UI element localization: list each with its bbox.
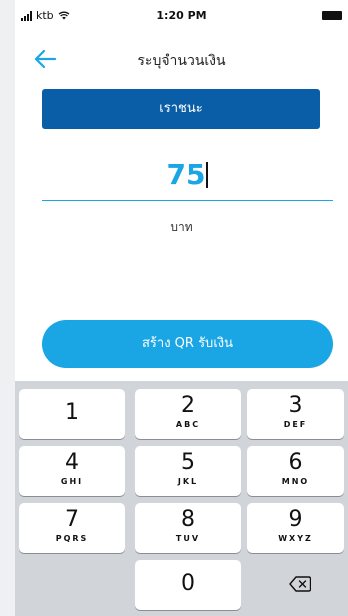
key-letters: DEF xyxy=(283,420,308,429)
numeric-keypad: 1 2 ABC 3 DEF 4 GHI 5 JKL 6 MNO 7 PQRS 8… xyxy=(15,381,348,616)
key-letters: ABC xyxy=(175,420,201,429)
key-8[interactable]: 8 TUV xyxy=(135,503,241,553)
page-title: ระบุจำนวนเงิน xyxy=(137,53,226,69)
text-caret xyxy=(206,162,209,188)
key-2[interactable]: 2 ABC xyxy=(135,389,241,439)
key-letters: MNO xyxy=(281,477,310,486)
key-9[interactable]: 9 WXYZ xyxy=(247,503,344,553)
key-digit: 3 xyxy=(288,393,303,418)
key-7[interactable]: 7 PQRS xyxy=(19,503,125,553)
key-digit: 0 xyxy=(181,571,195,596)
key-4[interactable]: 4 GHI xyxy=(19,446,125,496)
key-0[interactable]: 0 xyxy=(135,560,241,610)
key-digit: 7 xyxy=(65,507,79,532)
key-digit: 5 xyxy=(181,450,195,475)
key-5[interactable]: 5 JKL xyxy=(135,446,241,496)
key-1[interactable]: 1 xyxy=(19,389,125,439)
nav-bar: ระบุจำนวนเงิน xyxy=(15,34,348,84)
phone-screen: ktb 1:20 PM ระบุจำนวนเงิน เราชนะ 75 บาท … xyxy=(15,0,348,616)
battery-icon xyxy=(322,11,342,20)
account-banner: เราชนะ xyxy=(42,89,320,129)
currency-label: บาท xyxy=(170,220,193,234)
key-letters: TUV xyxy=(175,534,201,543)
backspace-icon xyxy=(289,576,311,592)
key-digit: 9 xyxy=(288,507,303,532)
key-digit: 4 xyxy=(65,450,79,475)
key-digit: 2 xyxy=(181,393,195,418)
key-digit: 6 xyxy=(288,450,303,475)
create-qr-button[interactable]: สร้าง QR รับเงิน xyxy=(42,320,333,368)
amount-input[interactable]: 75 xyxy=(42,152,333,201)
key-letters: JKL xyxy=(177,477,199,486)
key-letters: PQRS xyxy=(55,534,89,543)
key-digit: 1 xyxy=(65,400,79,425)
amount-value-wrap: 75 xyxy=(42,158,333,191)
key-3[interactable]: 3 DEF xyxy=(247,389,344,439)
delete-key[interactable] xyxy=(247,560,344,610)
key-letters: GHI xyxy=(60,477,84,486)
status-time: 1:20 PM xyxy=(156,9,207,22)
key-letters: WXYZ xyxy=(278,534,313,543)
amount-value: 75 xyxy=(166,158,206,191)
key-digit: 8 xyxy=(181,507,195,532)
status-bar: ktb 1:20 PM xyxy=(15,0,348,34)
key-6[interactable]: 6 MNO xyxy=(247,446,344,496)
